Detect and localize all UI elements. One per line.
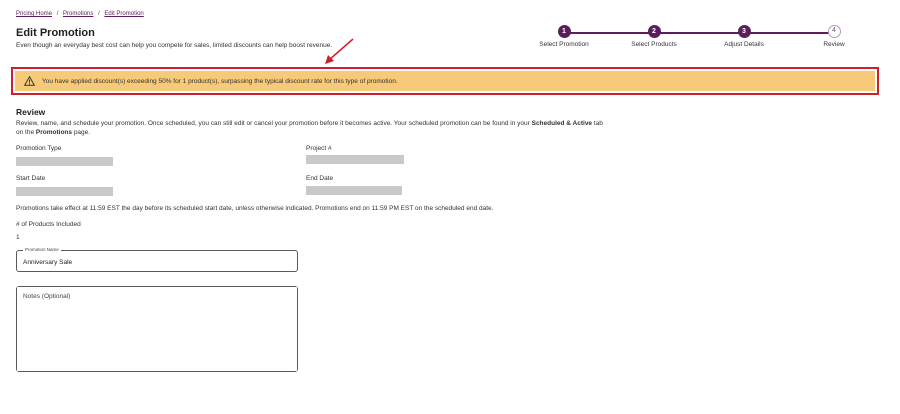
step-label: Adjust Details [724,41,764,48]
review-desc-text: Review, name, and schedule your promotio… [16,120,532,127]
promotion-type-label: Promotion Type [16,145,62,152]
products-included-count: 1 [16,234,20,241]
project-number-value-redacted [306,155,404,164]
step-label: Review [823,41,845,48]
start-date-value-redacted [16,187,113,196]
schedule-note: Promotions take effect at 11:59 EST the … [16,205,494,212]
progress-stepper: 1 Select Promotion 2 Select Products 3 A… [536,25,846,55]
step-label: Select Promotion [539,41,589,48]
step-select-promotion[interactable]: 1 Select Promotion [524,25,604,48]
review-description: Review, name, and schedule your promotio… [16,119,606,137]
step-review: 4 Review [794,25,874,48]
end-date-label: End Date [306,175,334,182]
breadcrumb-link-pricing-home[interactable]: Pricing Home [16,11,52,17]
products-included-label: # of Products Included [16,221,81,228]
review-section-title: Review [16,107,46,117]
review-desc-text: page. [72,129,91,136]
promotion-name-label: Promotion Name [23,247,61,252]
breadcrumb-separator: / [56,11,59,17]
promotion-name-input[interactable] [17,252,297,273]
step-label: Select Products [631,41,677,48]
stepper-line [564,32,832,34]
breadcrumb-link-promotions[interactable]: Promotions [63,11,93,17]
step-number: 2 [647,25,661,38]
promotion-type-value-redacted [16,157,113,166]
end-date-value-redacted [306,186,402,195]
step-adjust-details[interactable]: 3 Adjust Details [704,25,784,48]
step-number: 4 [827,25,841,38]
start-date-label: Start Date [16,175,46,182]
warning-triangle-icon [24,76,35,86]
discount-warning-alert: You have applied discount(s) exceeding 5… [11,67,879,95]
page-title: Edit Promotion [16,27,95,39]
step-number: 1 [557,25,571,38]
project-number-label: Project # [306,145,332,152]
page-subtitle: Even though an everyday best cost can he… [16,42,333,49]
notes-field [16,286,298,372]
promotions-text: Promotions [35,129,73,136]
alert-body: You have applied discount(s) exceeding 5… [15,71,875,91]
breadcrumb: Pricing Home / Promotions / Edit Promoti… [16,11,144,17]
promotion-name-field: Promotion Name [16,247,298,273]
scheduled-active-text: Scheduled & Active [531,120,593,127]
step-select-products[interactable]: 2 Select Products [614,25,694,48]
breadcrumb-link-edit-promotion[interactable]: Edit Promotion [104,11,143,17]
alert-message: You have applied discount(s) exceeding 5… [42,77,398,85]
notes-textarea[interactable] [17,287,297,371]
breadcrumb-separator: / [98,11,100,17]
step-number: 3 [737,25,751,38]
annotation-arrow-icon [325,38,354,64]
